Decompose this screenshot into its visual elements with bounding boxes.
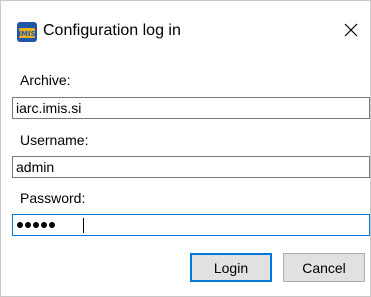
username-input[interactable]: admin	[12, 156, 370, 178]
password-input[interactable]	[12, 214, 370, 236]
password-dot	[33, 222, 39, 228]
svg-text:IMIS: IMIS	[18, 30, 35, 38]
username-label: Username:	[20, 132, 89, 148]
password-mask	[17, 222, 57, 228]
imis-logo-icon: IMIS	[17, 22, 37, 42]
config-login-dialog: IMIS Configuration log in Archive: iarc.…	[0, 0, 371, 297]
title-bar: IMIS Configuration log in	[1, 1, 370, 63]
login-button[interactable]: Login	[190, 253, 272, 282]
text-caret	[83, 218, 84, 233]
window-title: Configuration log in	[43, 22, 181, 39]
archive-value: iarc.imis.si	[16, 100, 82, 116]
password-dot	[41, 222, 47, 228]
cancel-button[interactable]: Cancel	[283, 253, 365, 282]
archive-input[interactable]: iarc.imis.si	[12, 97, 370, 119]
password-label: Password:	[20, 190, 86, 206]
password-dot	[25, 222, 31, 228]
password-dot	[49, 222, 55, 228]
close-icon	[344, 23, 358, 37]
close-button[interactable]	[337, 16, 365, 44]
archive-label: Archive:	[20, 72, 71, 88]
username-value: admin	[16, 159, 55, 175]
password-dot	[17, 222, 23, 228]
